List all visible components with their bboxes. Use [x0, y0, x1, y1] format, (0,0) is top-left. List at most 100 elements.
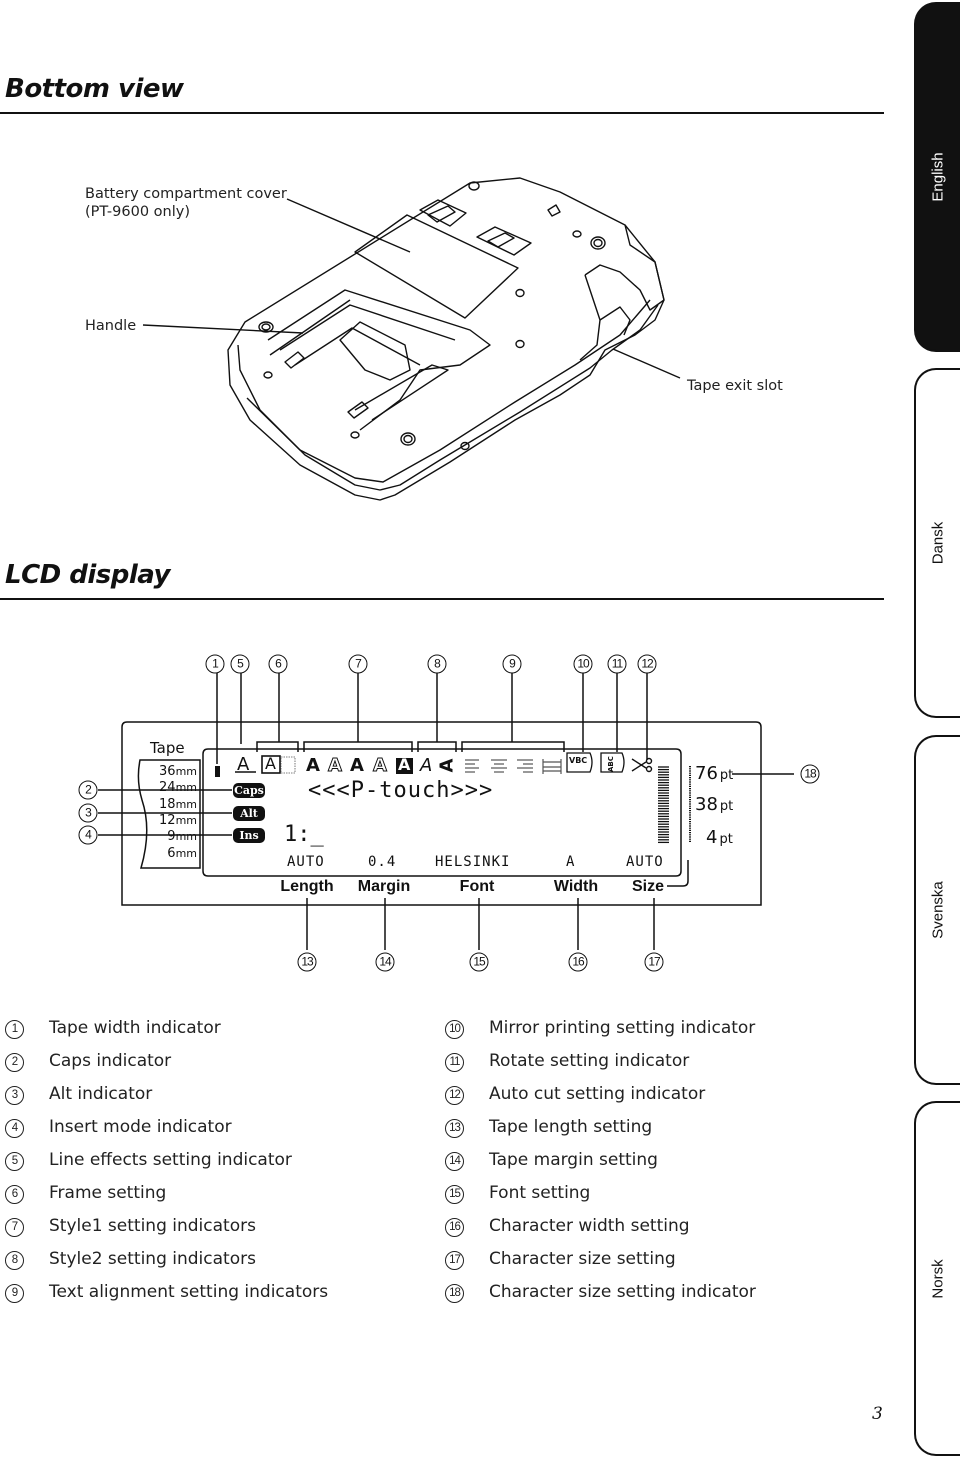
legend-text: Style1 setting indicators: [49, 1216, 256, 1236]
lcd-text-line1: <<<P-touch>>>: [308, 778, 494, 803]
tab-dansk[interactable]: Dansk: [914, 368, 960, 718]
legend-text: Alt indicator: [49, 1084, 153, 1104]
legend-text: Caps indicator: [49, 1051, 172, 1071]
lcd-display-title: LCD display: [5, 560, 171, 590]
legend-text: Font setting: [489, 1183, 591, 1203]
label-length: Length: [280, 878, 334, 895]
tab-english-label: English: [929, 152, 947, 202]
legend-number: 1: [5, 1020, 24, 1039]
tape-width-option: 6mm: [167, 846, 197, 861]
legend-text: Tape margin setting: [489, 1150, 658, 1170]
alt-indicator: Alt: [233, 806, 265, 821]
size-scale-4: 4 pt: [706, 827, 733, 848]
tape-width-marker: [215, 766, 220, 777]
legend-number: 5: [5, 1152, 24, 1171]
legend-number: 8: [5, 1251, 24, 1270]
callout-9: 9: [502, 654, 522, 674]
callout-8: 8: [427, 654, 447, 674]
legend-number: 10: [445, 1020, 464, 1039]
tab-english[interactable]: English: [914, 2, 960, 352]
legend-text: Style2 setting indicators: [49, 1249, 256, 1269]
legend-text: Line effects setting indicator: [49, 1150, 292, 1170]
callout-4: 4: [78, 825, 98, 845]
legend-number: 12: [445, 1086, 464, 1105]
callout-1: 1: [205, 654, 225, 674]
legend-text: Tape width indicator: [49, 1018, 221, 1038]
legend-number: 7: [5, 1218, 24, 1237]
legend-text: Auto cut setting indicator: [489, 1084, 706, 1104]
label-margin: Margin: [357, 878, 411, 895]
tab-svenska-label: Svenska: [929, 881, 947, 939]
tab-norsk[interactable]: Norsk: [914, 1101, 960, 1456]
legend-text: Mirror printing setting indicator: [489, 1018, 756, 1038]
callout-16: 16: [568, 952, 588, 972]
legend-text: Frame setting: [49, 1183, 167, 1203]
lcd-diagram-lines: [98, 673, 794, 950]
callout-18: 18: [800, 764, 820, 784]
legend-number: 2: [5, 1053, 24, 1072]
tab-norsk-label: Norsk: [929, 1258, 947, 1299]
tape-width-option: 9mm: [167, 829, 197, 844]
legend-number: 11: [445, 1053, 464, 1072]
page-number: 3: [872, 1404, 883, 1424]
callout-15: 15: [469, 952, 489, 972]
legend-number: 6: [5, 1185, 24, 1204]
tape-width-option: 18mm: [159, 797, 197, 812]
line-effect-glyph: A: [237, 754, 250, 775]
style2-vertical-glyph: A: [436, 758, 458, 773]
lcd-text-line2: 1:_: [284, 822, 324, 847]
legend-number: 13: [445, 1119, 464, 1138]
legend-number: 15: [445, 1185, 464, 1204]
callout-14: 14: [375, 952, 395, 972]
legend-text: Character size setting indicator: [489, 1282, 756, 1302]
legend-number: 9: [5, 1284, 24, 1303]
callout-2: 2: [78, 780, 98, 800]
legend-text: Rotate setting indicator: [489, 1051, 690, 1071]
callout-11: 11: [607, 654, 627, 674]
tab-dansk-label: Dansk: [929, 521, 947, 565]
ins-indicator: Ins: [233, 828, 265, 843]
legend-text: Character size setting: [489, 1249, 676, 1269]
legend-text: Tape length setting: [489, 1117, 653, 1137]
status-size-value: AUTO: [626, 854, 664, 870]
callout-6: 6: [268, 654, 288, 674]
style1-shadow-glyph: A: [350, 755, 364, 776]
legend-number: 17: [445, 1251, 464, 1270]
legend-number: 4: [5, 1119, 24, 1138]
tape-width-option: 36mm: [159, 764, 197, 779]
legend-text: Insert mode indicator: [49, 1117, 232, 1137]
style1-solid-glyph: A: [373, 755, 388, 777]
label-font: Font: [459, 878, 495, 895]
label-width: Width: [553, 878, 599, 895]
callout-3: 3: [78, 803, 98, 823]
tab-svenska[interactable]: Svenska: [914, 735, 960, 1085]
style1-bold-glyph: A: [306, 755, 320, 776]
leader-tape-exit: [612, 348, 681, 379]
caps-indicator: Caps: [233, 783, 265, 798]
device-bottom-illustration: [142, 177, 681, 501]
callout-12: 12: [637, 654, 657, 674]
callout-13: 13: [297, 952, 317, 972]
tape-label: Tape: [150, 739, 185, 757]
legend-number: 14: [445, 1152, 464, 1171]
legend-text: Text alignment setting indicators: [49, 1282, 329, 1302]
frame-glyph: A: [265, 754, 276, 773]
tape-width-option: 12mm: [159, 813, 197, 828]
size-bar-icon: [658, 766, 669, 844]
rotate-glyph: ABC: [607, 756, 615, 772]
tape-width-option: 24mm: [159, 780, 197, 795]
legend-number: 16: [445, 1218, 464, 1237]
lcd-display-rule: [0, 598, 884, 600]
label-size: Size: [631, 878, 665, 895]
callout-7: 7: [348, 654, 368, 674]
mirror-glyph: VBC: [569, 756, 588, 765]
callout-17: 17: [644, 952, 664, 972]
status-font-value: HELSINKI: [435, 854, 511, 870]
style1-inverted-glyph: A: [398, 755, 411, 774]
status-length-value: AUTO: [287, 854, 325, 870]
leader-handle: [142, 324, 304, 334]
status-margin-value: 0.4: [368, 854, 397, 870]
legend-number: 3: [5, 1086, 24, 1105]
style2-italic-glyph: A: [420, 755, 433, 776]
size-scale-38: 38 pt: [695, 794, 734, 815]
